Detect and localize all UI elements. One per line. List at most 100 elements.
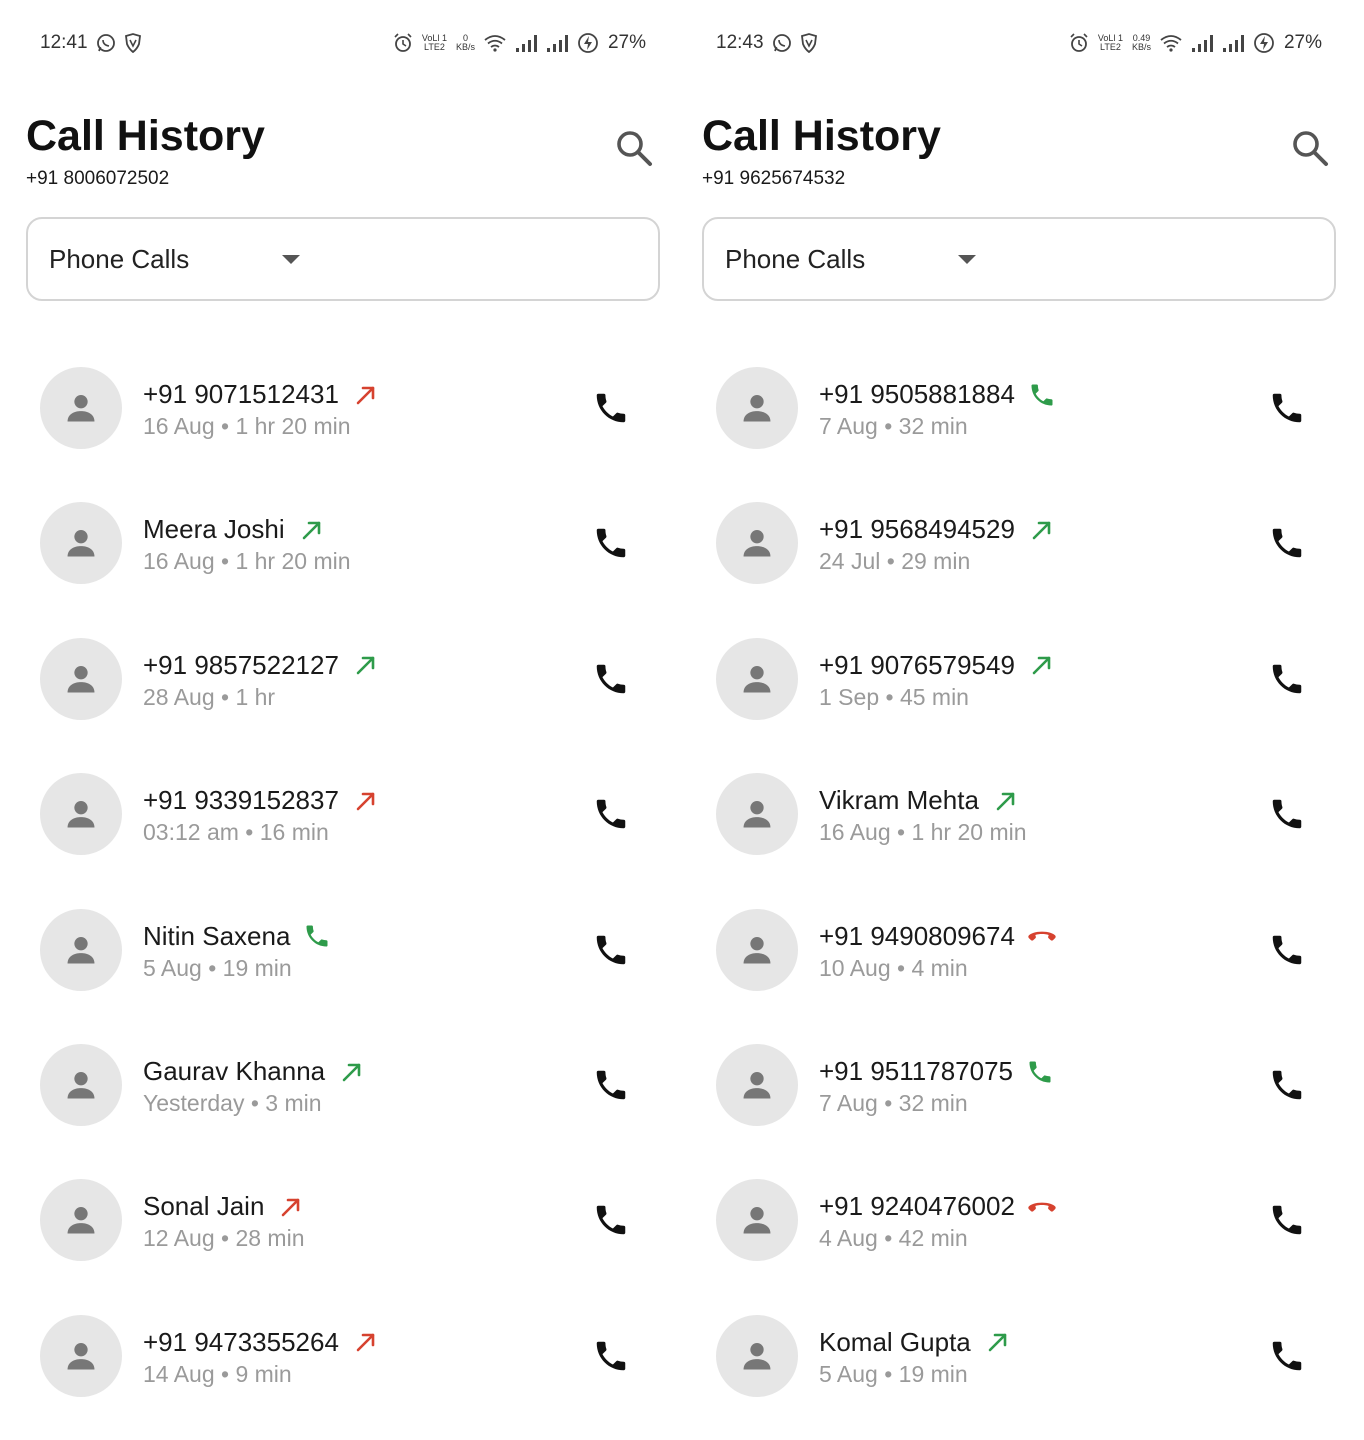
phone-icon xyxy=(592,1201,630,1239)
call-type-dropdown[interactable]: Phone Calls xyxy=(702,217,1336,301)
call-log-row[interactable]: +91 9568494529 24 Jul • 29 min xyxy=(676,502,1358,612)
call-back-button[interactable] xyxy=(1264,385,1310,431)
person-icon xyxy=(62,795,100,833)
call-history-screen-right: 12:43 VoLl 1 LTE2 0.49 KB/s 27% Call His… xyxy=(676,0,1358,1440)
clock: 12:43 xyxy=(716,32,764,53)
call-back-button[interactable] xyxy=(588,656,634,702)
call-log-row[interactable]: +91 9339152837 03:12 am • 16 min xyxy=(0,773,682,883)
call-back-button[interactable] xyxy=(1264,927,1310,973)
contact-avatar xyxy=(716,367,798,449)
contact-avatar xyxy=(40,367,122,449)
whatsapp-icon xyxy=(772,33,792,53)
call-log-row[interactable]: Sonal Jain 12 Aug • 28 min xyxy=(0,1179,682,1289)
signal-sim1-icon xyxy=(1191,34,1213,52)
call-meta: Yesterday • 3 min xyxy=(143,1090,322,1116)
search-button[interactable] xyxy=(1286,124,1334,172)
call-log-row[interactable]: +91 9071512431 16 Aug • 1 hr 20 min xyxy=(0,367,682,477)
call-log-row[interactable]: +91 9473355264 14 Aug • 9 min xyxy=(0,1314,682,1425)
call-log-row[interactable]: +91 9505881884 7 Aug • 32 min xyxy=(676,367,1358,477)
call-title-line: +91 9076579549 xyxy=(819,650,1057,681)
call-log-row[interactable]: Komal Gupta 5 Aug • 19 min xyxy=(676,1314,1358,1425)
call-log-row[interactable]: Gaurav Khanna Yesterday • 3 min xyxy=(0,1044,682,1154)
caller-name: +91 9240476002 xyxy=(819,1191,1015,1222)
caller-name: +91 9505881884 xyxy=(819,379,1015,409)
call-log-row[interactable]: Vikram Mehta 16 Aug • 1 hr 20 min xyxy=(676,773,1358,883)
call-title-line: +91 9490809674 xyxy=(819,921,1057,952)
chevron-down-icon xyxy=(282,255,300,264)
call-log-row[interactable]: +91 9076579549 1 Sep • 45 min xyxy=(676,637,1358,748)
search-button[interactable] xyxy=(610,124,658,172)
page-title: Call History xyxy=(702,112,941,160)
call-back-button[interactable] xyxy=(588,927,634,973)
search-icon xyxy=(1290,128,1330,168)
call-meta: 16 Aug • 1 hr 20 min xyxy=(143,413,351,439)
call-log-row[interactable]: Nitin Saxena 5 Aug • 19 min xyxy=(0,908,682,1019)
dropdown-selected-value: Phone Calls xyxy=(49,243,190,274)
call-log-row[interactable]: +91 9857522127 28 Aug • 1 hr xyxy=(0,637,682,748)
person-icon xyxy=(738,795,776,833)
person-icon xyxy=(738,1337,776,1375)
call-back-button[interactable] xyxy=(1264,656,1310,702)
arrow-up-right-icon xyxy=(337,1057,367,1087)
contact-avatar xyxy=(40,773,122,856)
chevron-down-icon xyxy=(958,255,976,264)
arrow-up-right-icon xyxy=(351,650,381,680)
person-icon xyxy=(738,660,776,698)
phone-hangup-icon xyxy=(1027,921,1057,951)
call-title-line: +91 9339152837 xyxy=(143,785,381,816)
call-back-button[interactable] xyxy=(588,1062,634,1108)
call-type-dropdown[interactable]: Phone Calls xyxy=(26,217,660,301)
call-back-button[interactable] xyxy=(588,791,634,837)
caller-name: +91 9490809674 xyxy=(819,920,1015,951)
phone-icon xyxy=(1268,1201,1306,1239)
call-back-button[interactable] xyxy=(588,520,634,566)
account-phone-number: +91 9625674532 xyxy=(702,168,846,189)
network-speed: 0 KB/s xyxy=(455,33,475,52)
call-title-line: Gaurav Khanna xyxy=(143,1056,367,1087)
caller-name: Vikram Mehta xyxy=(819,785,979,816)
contact-avatar xyxy=(716,1314,798,1397)
call-back-button[interactable] xyxy=(1264,1062,1310,1108)
phone-icon xyxy=(1268,795,1306,833)
alarm-icon xyxy=(1069,33,1089,53)
phone-icon xyxy=(1025,1057,1055,1087)
call-back-button[interactable] xyxy=(1264,1197,1310,1243)
contact-avatar xyxy=(716,1044,798,1126)
whatsapp-icon xyxy=(96,33,116,53)
dropdown-selected-value: Phone Calls xyxy=(725,243,866,274)
call-back-button[interactable] xyxy=(1264,520,1310,566)
call-back-button[interactable] xyxy=(588,385,634,431)
search-icon xyxy=(614,128,654,168)
call-title-line: +91 9473355264 xyxy=(143,1327,381,1358)
battery-charging-icon xyxy=(577,32,599,54)
call-title-line: Komal Gupta xyxy=(819,1327,1013,1358)
call-log-row[interactable]: +91 9490809674 10 Aug • 4 min xyxy=(676,908,1358,1019)
vpn-shield-icon xyxy=(800,33,818,53)
contact-avatar xyxy=(40,1179,122,1262)
call-meta: 4 Aug • 42 min xyxy=(819,1225,968,1252)
call-log-row[interactable]: +91 9511787075 7 Aug • 32 min xyxy=(676,1044,1358,1154)
call-log-row[interactable]: +91 9240476002 4 Aug • 42 min xyxy=(676,1179,1358,1289)
arrow-up-right-icon xyxy=(991,786,1021,816)
alarm-icon xyxy=(393,33,413,53)
phone-icon xyxy=(1268,1337,1306,1375)
signal-sim1-icon xyxy=(515,34,537,52)
call-meta: 28 Aug • 1 hr xyxy=(143,683,276,710)
contact-avatar xyxy=(40,502,122,585)
status-bar: 12:41 VoLl 1 LTE2 0 KB/s 27% xyxy=(40,30,646,56)
person-icon xyxy=(62,931,100,969)
clock: 12:41 xyxy=(40,32,88,53)
call-back-button[interactable] xyxy=(588,1197,634,1243)
phone-icon xyxy=(592,524,630,562)
caller-name: +91 9076579549 xyxy=(819,649,1015,680)
contact-avatar xyxy=(40,1044,122,1126)
arrow-up-right-icon xyxy=(351,380,381,410)
call-back-button[interactable] xyxy=(1264,791,1310,837)
call-meta: 16 Aug • 1 hr 20 min xyxy=(143,548,351,575)
contact-avatar xyxy=(716,1179,798,1262)
call-back-button[interactable] xyxy=(1264,1333,1310,1379)
call-log-row[interactable]: Meera Joshi 16 Aug • 1 hr 20 min xyxy=(0,502,682,612)
arrow-up-right-icon xyxy=(276,1192,306,1222)
call-back-button[interactable] xyxy=(588,1333,634,1379)
volte-indicator: VoLl 1 LTE2 xyxy=(1097,33,1123,52)
